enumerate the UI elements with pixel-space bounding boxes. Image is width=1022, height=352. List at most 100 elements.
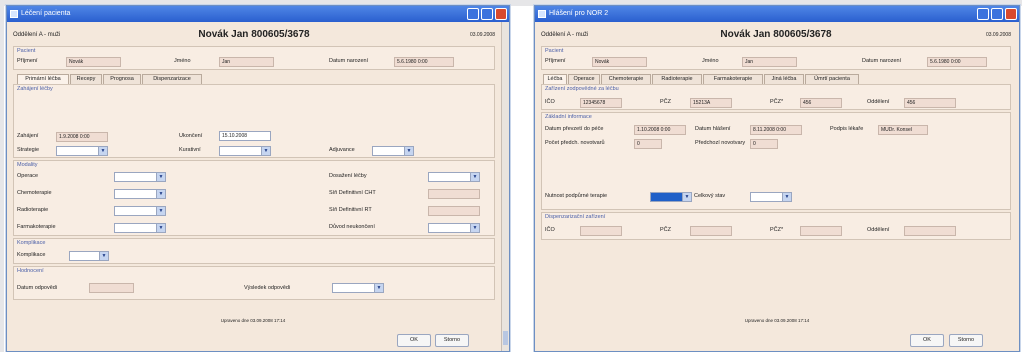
modality-label-chemo: Chemoterapie <box>17 190 52 196</box>
eval-date-field[interactable] <box>89 283 134 293</box>
odd-label: Oddělení <box>867 227 890 233</box>
complication-label: Komplikace <box>17 252 46 258</box>
report-date-field[interactable]: 8.11.2008 0:00 <box>750 125 802 135</box>
tab-dispensarization[interactable]: Dispenzarizace <box>142 74 202 84</box>
prev-count-label: Počet předch. novotvarů <box>545 140 605 146</box>
patient-header: Oddělení A - muži Novák Jan 800605/3678 … <box>13 28 495 44</box>
surname-field[interactable]: Novák <box>66 57 121 67</box>
minimize-icon[interactable] <box>977 8 989 20</box>
window-titlebar[interactable]: Léčení pacienta <box>7 6 509 22</box>
birthdate-field[interactable]: 5.6.1980 0:00 <box>394 57 454 67</box>
pcz2-field[interactable]: 456 <box>800 98 842 108</box>
surgery-dropdown[interactable]: ▼ <box>114 172 166 182</box>
strategy-dropdown[interactable]: ▼ <box>56 146 108 156</box>
adjuvant-label: Adjuvance <box>329 147 355 153</box>
tab-bar: Primární léčba Recepy Prognosa Dispenzar… <box>17 74 497 84</box>
patient-treatment-window: Léčení pacienta Oddělení A - muži Novák … <box>6 5 510 352</box>
firstname-label: Jméno <box>702 58 719 64</box>
tab-pharma[interactable]: Farmakoterapie <box>703 74 763 84</box>
reason-label: Důvod neukončení <box>329 224 375 230</box>
header-date: 03.09.2008 <box>469 32 495 38</box>
result-dropdown[interactable]: ▼ <box>428 172 480 182</box>
close-icon[interactable] <box>495 8 507 20</box>
birthdate-field[interactable]: 5.6.1980 0:00 <box>927 57 987 67</box>
firstname-label: Jméno <box>174 58 191 64</box>
tab-primary[interactable]: Primární léčba <box>17 74 69 84</box>
background-band-left <box>0 0 4 352</box>
def-rt-field[interactable] <box>428 206 480 216</box>
nor-report-window: Hlášení pro NOR 2 Oddělení A - muži Nová… <box>534 5 1020 352</box>
transfer-date-field[interactable]: 1.10.2008 0:00 <box>634 125 686 135</box>
minimize-icon[interactable] <box>467 8 479 20</box>
patient-panel: Pacient Příjmení Novák Jméno Jan Datum n… <box>13 46 495 70</box>
adjuvant-dropdown[interactable]: ▼ <box>372 146 414 156</box>
ok-button[interactable]: OK <box>397 334 431 347</box>
chevron-down-icon: ▼ <box>156 207 165 215</box>
pcz-label: PČZ <box>660 227 671 233</box>
tab-prognosis[interactable]: Prognosa <box>103 74 141 84</box>
window-title: Léčení pacienta <box>21 10 71 17</box>
firstname-field[interactable]: Jan <box>219 57 274 67</box>
cancel-button[interactable]: Storno <box>949 334 983 347</box>
pcz-field[interactable]: 15213A <box>690 98 732 108</box>
tab-other[interactable]: Jiná léčba <box>764 74 804 84</box>
section-title: Dispenzarizační zařízení <box>545 214 606 220</box>
transfer-label: Datum převzetí do péče <box>545 126 604 132</box>
complication-panel: Komplikace Komplikace ▼ <box>13 238 495 264</box>
header-date: 03.09.2008 <box>985 32 1011 38</box>
chevron-down-icon: ▼ <box>98 147 107 155</box>
cancel-button[interactable]: Storno <box>435 334 469 347</box>
pharma-dropdown[interactable]: ▼ <box>114 223 166 233</box>
chevron-down-icon: ▼ <box>261 147 270 155</box>
vertical-scrollbar[interactable] <box>501 22 509 351</box>
chevron-down-icon: ▼ <box>99 252 108 260</box>
disp-pcz-field[interactable] <box>690 226 732 236</box>
curative-label: Kurativní <box>179 147 201 153</box>
patient-name: Novák Jan 800605/3678 <box>720 29 832 40</box>
firstname-field[interactable]: Jan <box>742 57 797 67</box>
reporter-field[interactable]: MUDr. Konsel <box>878 125 928 135</box>
scrollbar-thumb[interactable] <box>503 331 508 345</box>
odd-field[interactable]: 456 <box>904 98 956 108</box>
complication-dropdown[interactable]: ▼ <box>69 251 109 261</box>
state-dropdown[interactable]: ▼ <box>750 192 792 202</box>
disp-ico-field[interactable] <box>580 226 622 236</box>
support-therapy-dropdown[interactable]: ▼ <box>650 192 692 202</box>
disp-pcz2-field[interactable] <box>800 226 842 236</box>
patient-header: Oddělení A - muži Novák Jan 800605/3678 … <box>541 28 1011 44</box>
start-date-field[interactable]: 1.9.2008 0:00 <box>56 132 108 142</box>
def-cht-field[interactable] <box>428 189 480 199</box>
ico-field[interactable]: 12345678 <box>580 98 622 108</box>
tab-death[interactable]: Úmrtí pacienta <box>805 74 859 84</box>
tab-chemo[interactable]: Chemoterapie <box>601 74 651 84</box>
state-label: Celkový stav <box>694 193 726 199</box>
prev-count-field[interactable]: 0 <box>634 139 662 149</box>
modality-panel: Modality Operace ▼ Chemoterapie ▼ Radiot… <box>13 160 495 236</box>
radio-dropdown[interactable]: ▼ <box>114 206 166 216</box>
tab-treatment[interactable]: Léčba <box>543 74 567 84</box>
support-therapy-label: Nutnost podpůrné terapie <box>545 193 608 199</box>
prev-tumors-field[interactable]: 0 <box>750 139 778 149</box>
maximize-icon[interactable] <box>991 8 1003 20</box>
patient-name: Novák Jan 800605/3678 <box>198 29 310 40</box>
tab-recipes[interactable]: Recepy <box>70 74 102 84</box>
def-cht-label: Síň Definitivní CHT <box>329 190 376 196</box>
last-modified: Upraveno dne 03.09.2008 17:14 <box>220 318 286 323</box>
close-icon[interactable] <box>1005 8 1017 20</box>
surname-field[interactable]: Novák <box>592 57 647 67</box>
end-date-field[interactable]: 15.10.2008 <box>219 131 271 141</box>
reason-dropdown[interactable]: ▼ <box>428 223 480 233</box>
curative-dropdown[interactable]: ▼ <box>219 146 271 156</box>
chemo-dropdown[interactable]: ▼ <box>114 189 166 199</box>
pcz-label: PČZ <box>660 99 671 105</box>
section-title: Modality <box>17 162 38 168</box>
tab-radio[interactable]: Radioterapie <box>652 74 702 84</box>
pcz2-label: PČZ* <box>770 227 784 233</box>
eval-result-dropdown[interactable]: ▼ <box>332 283 384 293</box>
window-titlebar[interactable]: Hlášení pro NOR 2 <box>535 6 1019 22</box>
ok-button[interactable]: OK <box>910 334 944 347</box>
chevron-down-icon: ▼ <box>782 193 791 201</box>
tab-surgery[interactable]: Operace <box>568 74 600 84</box>
disp-odd-field[interactable] <box>904 226 956 236</box>
maximize-icon[interactable] <box>481 8 493 20</box>
